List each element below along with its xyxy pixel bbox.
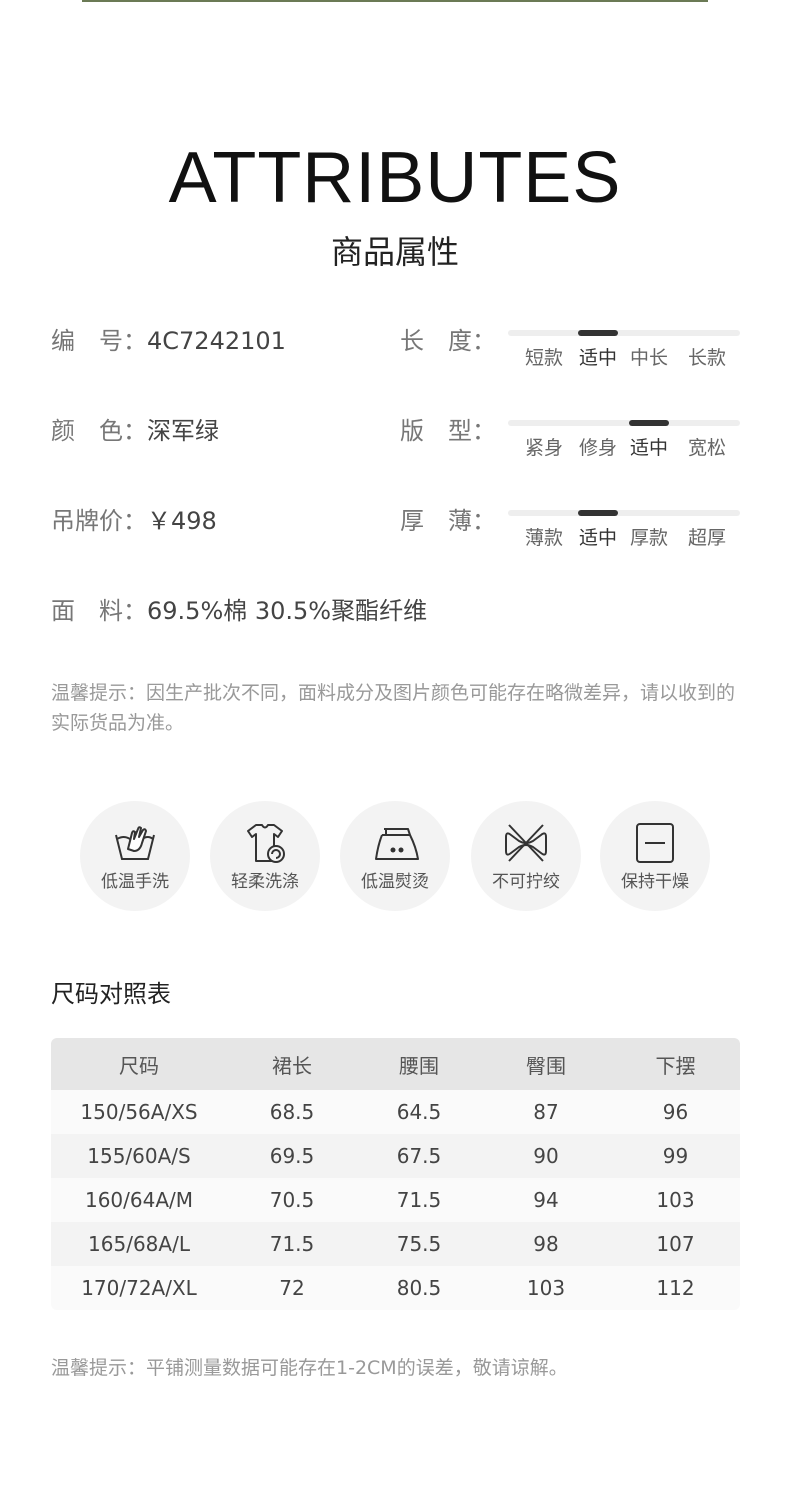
table-cell: 71.5 (269, 1232, 315, 1256)
page-subtitle: 商品属性 (330, 233, 459, 271)
table-header-cell: 臀围 (526, 1053, 566, 1078)
table-cell: 72 (279, 1276, 305, 1300)
table-row: 165/68A/L 71.5 75.5 98 107 (51, 1222, 740, 1266)
table-cell: 69.5 (269, 1144, 315, 1168)
table-cell: 165/68A/L (88, 1232, 190, 1256)
size-chart-title: 尺码对照表 (51, 980, 171, 1008)
attr-fabric-label: 面 料： (51, 597, 147, 625)
attr-color: 颜 色：深军绿 (51, 416, 219, 446)
table-cell: 80.5 (396, 1276, 442, 1300)
table-header-cell: 尺码 (119, 1053, 159, 1078)
table-header-cell: 下摆 (655, 1053, 696, 1078)
attr-code: 编 号：4C7242101 (51, 326, 286, 356)
care-label: 低温熨烫 (361, 872, 429, 892)
care-item-hand-wash: 低温手洗 (80, 801, 190, 911)
scale-option: 薄款 (525, 527, 564, 549)
scale-option: 宽松 (688, 437, 727, 459)
attr-price-value: ￥498 (147, 507, 217, 535)
table-row: 150/56A/XS 68.5 64.5 87 96 (51, 1090, 740, 1134)
table-cell: 112 (656, 1276, 695, 1300)
table-cell: 87 (533, 1100, 559, 1124)
scale-marker (578, 510, 618, 516)
scale-track (508, 510, 740, 516)
scale-length-label: 长 度： (400, 327, 496, 355)
table-cell: 64.5 (396, 1100, 442, 1124)
scale-option: 超厚 (688, 527, 727, 549)
table-cell: 103 (526, 1276, 566, 1300)
scale-option: 适中 (579, 527, 618, 549)
table-header-cell: 腰围 (399, 1053, 439, 1078)
scale-option: 适中 (579, 347, 618, 369)
page-title: ATTRIBUTES (168, 138, 622, 218)
table-cell: 150/56A/XS (80, 1100, 198, 1124)
attr-color-value: 深军绿 (147, 417, 219, 445)
top-divider (82, 0, 708, 2)
care-item-low-iron: 低温熨烫 (340, 801, 450, 911)
care-label: 不可拧绞 (492, 872, 560, 892)
quality-notice: 温馨提示：因生产批次不同，面料成分及图片颜色可能存在略微差异，请以收到的实际货品… (51, 682, 736, 734)
table-cell: 160/64A/M (84, 1188, 194, 1212)
table-header-row: 尺码 裙长 腰围 臀围 下摆 (51, 1038, 740, 1090)
table-cell: 107 (656, 1232, 695, 1256)
table-cell: 90 (533, 1144, 559, 1168)
care-item-flat-dry: 保持干燥 (600, 801, 710, 911)
attr-code-label: 编 号： (51, 327, 147, 355)
scale-option: 长款 (688, 347, 727, 369)
flat-dry-icon (636, 823, 674, 863)
scale-fit-label: 版 型： (400, 417, 496, 445)
table-cell: 98 (533, 1232, 559, 1256)
scale-marker (629, 420, 669, 426)
attr-code-value: 4C7242101 (147, 327, 286, 355)
scale-thickness-label: 厚 薄： (400, 507, 496, 535)
table-row: 155/60A/S 69.5 67.5 90 99 (51, 1134, 740, 1178)
scale-track (508, 420, 740, 426)
table-cell: 103 (656, 1188, 695, 1212)
table-cell: 68.5 (269, 1100, 315, 1124)
scale-option: 修身 (579, 437, 618, 459)
care-label: 保持干燥 (621, 872, 689, 892)
scale-option: 适中 (630, 437, 669, 459)
table-cell: 67.5 (396, 1144, 442, 1168)
attr-price-label: 吊牌价： (51, 507, 147, 535)
attr-fabric: 面 料：69.5%棉 30.5%聚酯纤维 (51, 596, 427, 626)
scale-option: 紧身 (525, 437, 564, 459)
table-cell: 99 (662, 1144, 689, 1168)
care-label: 轻柔洗涤 (231, 872, 299, 892)
scale-option: 中长 (630, 347, 669, 369)
attr-fabric-value: 69.5%棉 30.5%聚酯纤维 (147, 597, 428, 625)
table-cell: 71.5 (396, 1188, 442, 1212)
scale-option: 短款 (525, 347, 564, 369)
scale-marker (578, 330, 618, 336)
table-row: 170/72A/XL 72 80.5 103 112 (51, 1266, 740, 1310)
table-cell: 70.5 (269, 1188, 315, 1212)
table-row: 160/64A/M 70.5 71.5 94 103 (51, 1178, 740, 1222)
size-table: 尺码 裙长 腰围 臀围 下摆 150/56A/XS 68.5 64.5 87 9… (51, 1038, 740, 1310)
care-item-gentle-wash: 轻柔洗涤 (210, 801, 320, 911)
low-iron-icon (375, 828, 419, 860)
no-wring-icon (505, 824, 547, 862)
scale-track (508, 330, 740, 336)
gentle-wash-icon (247, 824, 285, 863)
attr-price: 吊牌价：￥498 (51, 506, 217, 536)
care-label: 低温手洗 (101, 872, 169, 892)
table-cell: 96 (662, 1100, 689, 1124)
measurement-notice: 温馨提示：平铺测量数据可能存在1-2CM的误差，敬请谅解。 (51, 1357, 568, 1379)
attr-color-label: 颜 色： (51, 417, 147, 445)
scale-option: 厚款 (630, 527, 669, 549)
table-header-cell: 裙长 (272, 1053, 312, 1078)
care-item-no-wring: 不可拧绞 (471, 801, 581, 911)
table-cell: 94 (533, 1188, 559, 1212)
hand-wash-icon (115, 826, 155, 860)
table-cell: 75.5 (396, 1232, 442, 1256)
table-cell: 170/72A/XL (81, 1276, 197, 1300)
table-cell: 155/60A/S (87, 1144, 191, 1168)
